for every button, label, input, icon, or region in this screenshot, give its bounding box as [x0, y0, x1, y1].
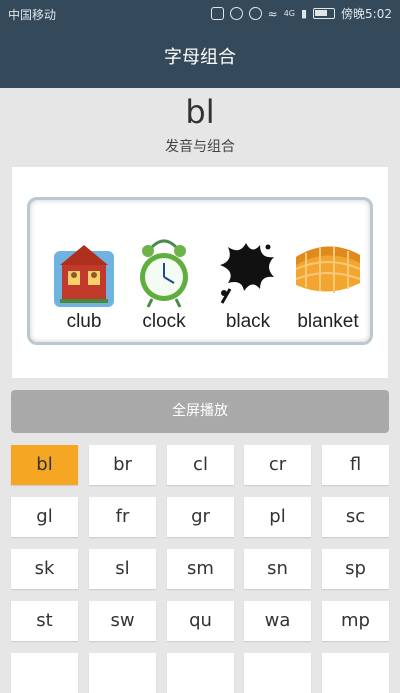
fullscreen-play-button[interactable]: 全屏播放 [11, 390, 389, 433]
status-bar: 中国移动 ≈ 4G ▮ 傍晚5:02 [0, 0, 400, 28]
combo-cell[interactable] [11, 653, 78, 693]
network-label: 4G [283, 9, 295, 18]
example-black: black [208, 227, 288, 337]
combo-cell[interactable]: sl [89, 549, 156, 589]
page-title: 字母组合 [0, 28, 400, 88]
combo-cell[interactable]: gr [167, 497, 234, 537]
schoolhouse-icon [54, 245, 114, 307]
combo-cell[interactable]: fr [89, 497, 156, 537]
combo-cell[interactable]: sp [322, 549, 389, 589]
signal-icon: ▮ [300, 7, 308, 20]
combo-cell[interactable]: sn [244, 549, 311, 589]
combo-cell[interactable]: br [89, 445, 156, 485]
combo-letters: bl [185, 93, 215, 131]
combo-subtitle: 发音与组合 [165, 139, 235, 155]
combo-cell[interactable]: qu [167, 601, 234, 641]
combo-cell[interactable]: sc [322, 497, 389, 537]
alarm-icon [229, 7, 243, 20]
example-blanket: blanket [280, 227, 376, 337]
combo-cell[interactable] [167, 653, 234, 693]
combo-cell[interactable]: mp [322, 601, 389, 641]
time-label: 傍晚5:02 [341, 7, 392, 21]
example-clock: clock [124, 227, 204, 337]
battery-icon [313, 8, 336, 19]
combo-cell[interactable]: wa [244, 601, 311, 641]
combo-cell[interactable]: gl [11, 497, 78, 537]
combo-cell[interactable]: pl [244, 497, 311, 537]
combo-cell[interactable]: fl [322, 445, 389, 485]
combo-cell[interactable]: bl [11, 445, 78, 485]
example-image: club clock black blanket [12, 167, 388, 378]
blanket-icon [295, 246, 361, 293]
example-club: club [44, 227, 124, 337]
vibrate-icon [210, 7, 224, 20]
eye-icon [248, 7, 262, 20]
combo-cell[interactable]: cr [244, 445, 311, 485]
combo-cell[interactable]: sk [11, 549, 78, 589]
example-word: blanket [297, 311, 359, 332]
status-icons: ≈ 4G ▮ 傍晚5:02 [210, 5, 392, 22]
combo-cell[interactable]: st [11, 601, 78, 641]
combo-cell[interactable]: sw [89, 601, 156, 641]
carrier-label: 中国移动 [8, 8, 57, 22]
wifi-icon: ≈ [267, 6, 278, 21]
combo-cell[interactable] [89, 653, 156, 693]
black-splat-icon [220, 243, 274, 304]
alarm-clock-icon [140, 239, 188, 308]
combo-cell[interactable] [244, 653, 311, 693]
combo-cell[interactable]: sm [167, 549, 234, 589]
combo-cell[interactable]: cl [167, 445, 234, 485]
combo-cell[interactable] [322, 653, 389, 693]
